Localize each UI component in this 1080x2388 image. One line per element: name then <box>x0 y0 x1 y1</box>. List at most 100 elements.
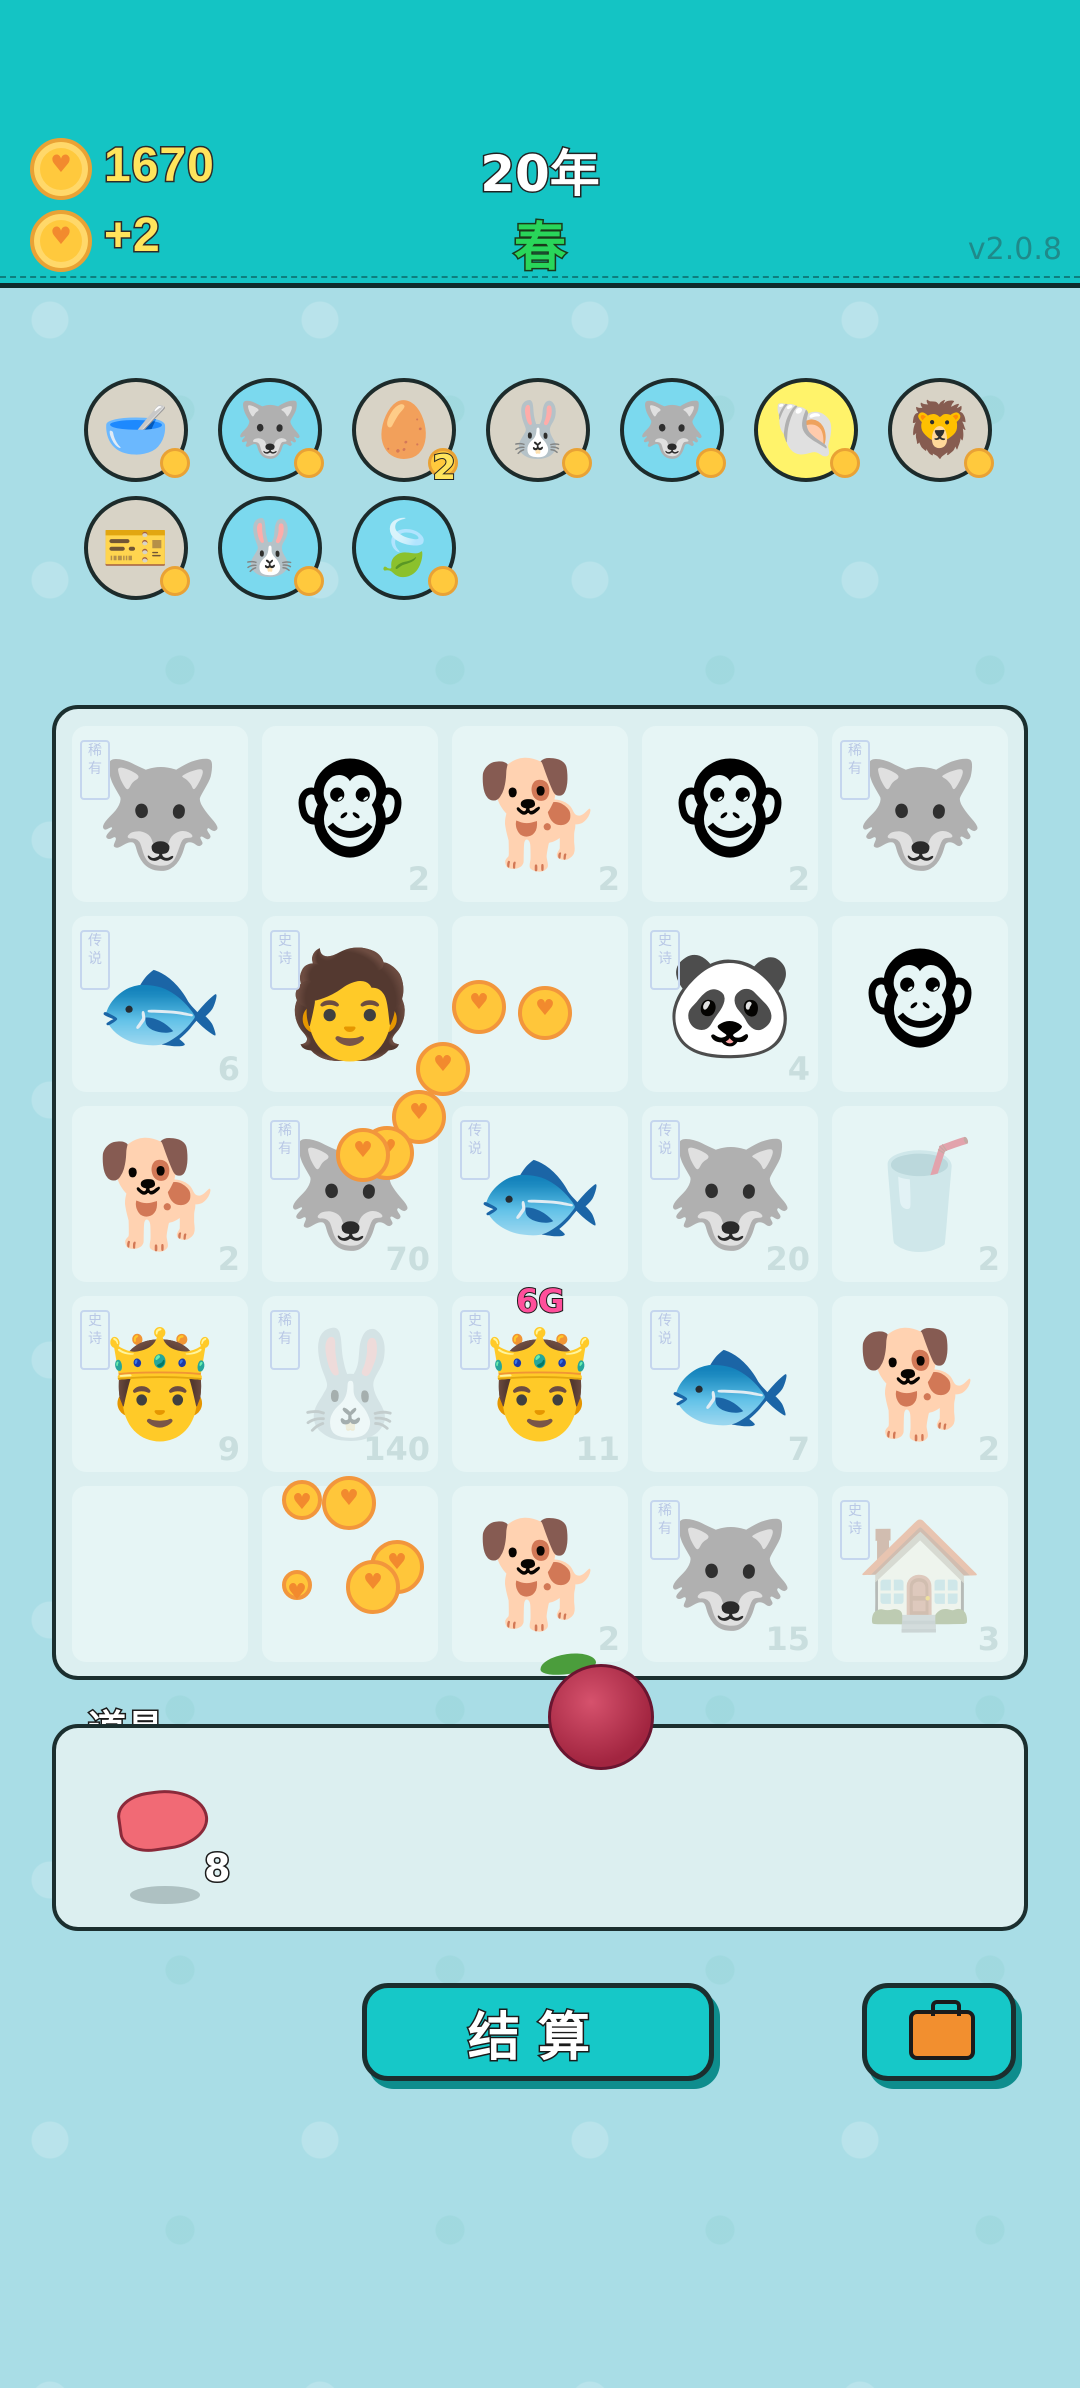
buff-slot[interactable]: 🐺 <box>218 378 324 482</box>
inventory-button[interactable] <box>862 1983 1016 2081</box>
floating-badge: 6G <box>515 1281 566 1321</box>
season-label: 春 <box>512 217 567 280</box>
rarity-tag: 史诗 <box>650 930 680 990</box>
buff-slot[interactable]: 🐺 <box>620 378 726 482</box>
coin-icon <box>160 566 190 596</box>
board-cell[interactable]: 🐺 传说 20 <box>642 1106 818 1282</box>
rarity-tag: 稀有 <box>270 1310 300 1370</box>
rarity-tag: 史诗 <box>80 1310 110 1370</box>
cell-level: 2 <box>977 1240 1000 1278</box>
board-cell[interactable]: 🤴 史诗 11 <box>452 1296 628 1472</box>
coin-icon <box>336 1128 390 1182</box>
buff-icon: 🐰 <box>236 516 304 579</box>
buff-slot[interactable]: 🥣 <box>84 378 190 482</box>
buff-icon: 🐺 <box>236 398 304 461</box>
version-label: v2.0.8 <box>967 232 1062 267</box>
rarity-tag: 稀有 <box>270 1120 300 1180</box>
board-cell[interactable]: 🐵 2 <box>262 726 438 902</box>
coin-icon <box>294 448 324 478</box>
buff-icon: 🐺 <box>638 398 706 461</box>
coin-icon <box>452 980 506 1034</box>
rarity-tag: 史诗 <box>270 930 300 990</box>
cell-level: 7 <box>787 1430 810 1468</box>
board-cell[interactable]: 🐵 2 <box>642 726 818 902</box>
cell-level: 11 <box>575 1430 620 1468</box>
rarity-tag: 传说 <box>80 930 110 990</box>
coin-icon <box>322 1476 376 1530</box>
top-status-bar: 1670 +2 20年 春 v2.0.8 <box>0 0 1080 288</box>
coin-icon <box>428 566 458 596</box>
cell-level: 4 <box>787 1050 810 1088</box>
board-cell[interactable]: 🐺 稀有 <box>72 726 248 902</box>
board-cell[interactable]: 🥤 2 <box>832 1106 1008 1282</box>
cell-level: 15 <box>765 1620 810 1658</box>
buff-count: 2 <box>431 447 457 489</box>
briefcase-icon <box>909 2000 975 2060</box>
item-count: 8 <box>202 1845 232 1892</box>
board-cell[interactable] <box>72 1486 248 1662</box>
buff-icon: 🍃 <box>370 516 438 579</box>
coin-icon <box>830 448 860 478</box>
coin-icon <box>518 986 572 1040</box>
buff-slot[interactable]: 🦁 <box>888 378 994 482</box>
buff-slot[interactable]: 🍃 <box>352 496 458 600</box>
coin-icon <box>282 1480 322 1520</box>
coin-icon <box>562 448 592 478</box>
buff-slot[interactable]: 🐰 <box>218 496 324 600</box>
buff-icon: 🐰 <box>504 398 572 461</box>
board-cell[interactable]: 🤴 史诗 9 <box>72 1296 248 1472</box>
coin-icon <box>696 448 726 478</box>
board-cell[interactable]: 🐟 传说 7 <box>642 1296 818 1472</box>
coin-icon <box>346 1560 400 1614</box>
buff-icon: 🐚 <box>772 398 840 461</box>
buff-icon: 🎫 <box>102 516 170 579</box>
header-divider <box>0 276 1080 282</box>
cell-level: 2 <box>977 1430 1000 1468</box>
rarity-tag: 传说 <box>650 1310 680 1370</box>
buff-slot[interactable]: 🥚 2 <box>352 378 458 489</box>
board-cell[interactable]: 🧑 史诗 <box>262 916 438 1092</box>
rarity-tag: 稀有 <box>840 740 870 800</box>
settle-button[interactable]: 结算 <box>362 1983 714 2081</box>
cell-level: 6 <box>217 1050 240 1088</box>
board-cell[interactable]: 🐟 传说 6 <box>72 916 248 1092</box>
buff-icon: 🦁 <box>906 398 974 461</box>
rarity-tag: 传说 <box>650 1120 680 1180</box>
cell-level: 3 <box>977 1620 1000 1658</box>
board-cell[interactable]: 🐺 稀有 15 <box>642 1486 818 1662</box>
buff-slot[interactable]: 🐰 <box>486 378 592 482</box>
board-cell[interactable]: 🏠 史诗 3 <box>832 1486 1008 1662</box>
cell-level: 2 <box>597 860 620 898</box>
buff-slot[interactable]: 🎫 <box>84 496 190 600</box>
coin-icon <box>416 1042 470 1096</box>
buff-icon: 🥣 <box>102 398 170 461</box>
cell-level: 2 <box>407 860 430 898</box>
cell-level: 2 <box>787 860 810 898</box>
board-cell[interactable]: 🐼 史诗 4 <box>642 916 818 1092</box>
board-cell[interactable]: 🐕 2 <box>832 1296 1008 1472</box>
buff-icon: 🥚 <box>370 398 438 461</box>
coin-icon <box>964 448 994 478</box>
cell-animal-icon: 🐵 <box>859 943 981 1065</box>
coin-icon <box>160 448 190 478</box>
rarity-tag: 传说 <box>460 1120 490 1180</box>
coin-icon <box>282 1570 312 1605</box>
cell-level: 140 <box>363 1430 430 1468</box>
coin-icon <box>294 566 324 596</box>
board-cell[interactable]: 🐵 <box>832 916 1008 1092</box>
rarity-tag: 稀有 <box>80 740 110 800</box>
rarity-tag: 稀有 <box>650 1500 680 1560</box>
board-cell[interactable]: 🐕 2 <box>452 1486 628 1662</box>
bayberry-fruit-icon[interactable] <box>548 1664 654 1770</box>
board-cell[interactable]: 🐕 2 <box>452 726 628 902</box>
board-cell[interactable]: 🐕 2 <box>72 1106 248 1282</box>
board-cell[interactable]: 🐟 传说 <box>452 1106 628 1282</box>
board-cell[interactable]: 🐰 稀有 140 <box>262 1296 438 1472</box>
cell-level: 70 <box>385 1240 430 1278</box>
rarity-tag: 史诗 <box>460 1310 490 1370</box>
rarity-tag: 史诗 <box>840 1500 870 1560</box>
cell-level: 2 <box>217 1240 240 1278</box>
item-shadow <box>130 1886 200 1904</box>
board-cell[interactable]: 🐺 稀有 <box>832 726 1008 902</box>
buff-slot[interactable]: 🐚 <box>754 378 860 482</box>
